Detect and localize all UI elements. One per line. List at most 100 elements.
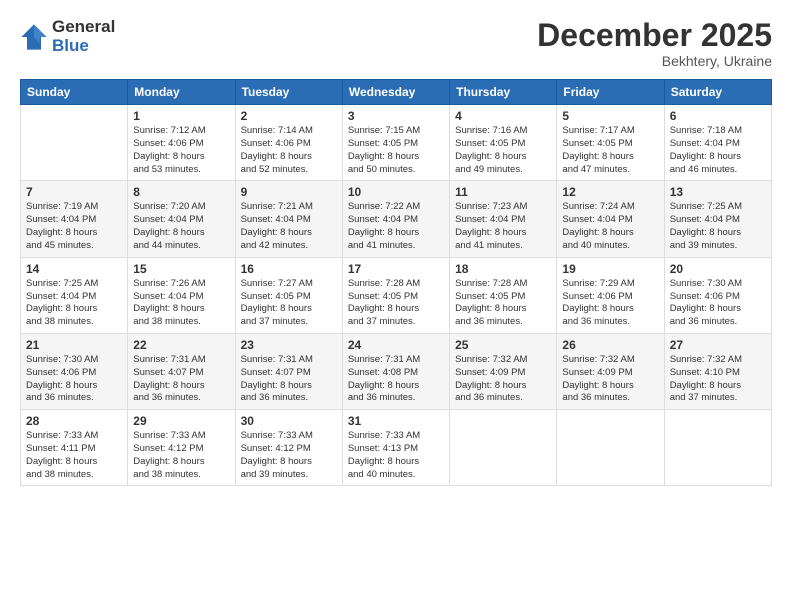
calendar-cell — [21, 105, 128, 181]
day-info: Sunrise: 7:33 AMSunset: 4:13 PMDaylight:… — [348, 430, 444, 481]
day-info: Sunrise: 7:25 AMSunset: 4:04 PMDaylight:… — [26, 278, 122, 329]
day-number: 22 — [133, 338, 229, 352]
col-sunday: Sunday — [21, 80, 128, 105]
day-number: 10 — [348, 185, 444, 199]
day-number: 6 — [670, 109, 766, 123]
day-number: 24 — [348, 338, 444, 352]
day-number: 20 — [670, 262, 766, 276]
day-number: 25 — [455, 338, 551, 352]
calendar-cell: 17Sunrise: 7:28 AMSunset: 4:05 PMDayligh… — [342, 257, 449, 333]
col-wednesday: Wednesday — [342, 80, 449, 105]
day-number: 31 — [348, 414, 444, 428]
day-info: Sunrise: 7:30 AMSunset: 4:06 PMDaylight:… — [670, 278, 766, 329]
day-number: 17 — [348, 262, 444, 276]
day-number: 28 — [26, 414, 122, 428]
calendar-cell: 1Sunrise: 7:12 AMSunset: 4:06 PMDaylight… — [128, 105, 235, 181]
day-info: Sunrise: 7:17 AMSunset: 4:05 PMDaylight:… — [562, 125, 658, 176]
logo-icon — [20, 23, 48, 51]
day-info: Sunrise: 7:26 AMSunset: 4:04 PMDaylight:… — [133, 278, 229, 329]
calendar-cell: 10Sunrise: 7:22 AMSunset: 4:04 PMDayligh… — [342, 181, 449, 257]
col-tuesday: Tuesday — [235, 80, 342, 105]
logo: General Blue — [20, 18, 115, 55]
day-info: Sunrise: 7:15 AMSunset: 4:05 PMDaylight:… — [348, 125, 444, 176]
day-number: 19 — [562, 262, 658, 276]
calendar-cell: 28 Sunrise: 7:33 AMSunset: 4:11 PMDayligh… — [21, 410, 128, 486]
day-number: 8 — [133, 185, 229, 199]
day-info: Sunrise: 7:23 AMSunset: 4:04 PMDaylight:… — [455, 201, 551, 252]
title-block: December 2025 Bekhtery, Ukraine — [537, 18, 772, 69]
day-info: Sunrise: 7:19 AMSunset: 4:04 PMDaylight:… — [26, 201, 122, 252]
logo-text: General Blue — [52, 18, 115, 55]
calendar-week-2: 7Sunrise: 7:19 AMSunset: 4:04 PMDaylight… — [21, 181, 772, 257]
day-info: Sunrise: 7:16 AMSunset: 4:05 PMDaylight:… — [455, 125, 551, 176]
page: General Blue December 2025 Bekhtery, Ukr… — [0, 0, 792, 612]
calendar-cell: 23Sunrise: 7:31 AMSunset: 4:07 PMDayligh… — [235, 333, 342, 409]
day-number: 13 — [670, 185, 766, 199]
day-number: 12 — [562, 185, 658, 199]
day-info: Sunrise: 7:33 AMSunset: 4:12 PMDaylight:… — [133, 430, 229, 481]
header-row: Sunday Monday Tuesday Wednesday Thursday… — [21, 80, 772, 105]
calendar-cell: 22 Sunrise: 7:31 AMSunset: 4:07 PMDayligh… — [128, 333, 235, 409]
calendar-cell: 3 Sunrise: 7:15 AMSunset: 4:05 PMDaylight… — [342, 105, 449, 181]
day-info: Sunrise: 7:32 AMSunset: 4:09 PMDaylight:… — [562, 354, 658, 405]
day-info: Sunrise: 7:31 AMSunset: 4:07 PMDaylight:… — [241, 354, 337, 405]
calendar-cell: 26 Sunrise: 7:32 AMSunset: 4:09 PMDayligh… — [557, 333, 664, 409]
day-info: Sunrise: 7:20 AMSunset: 4:04 PMDaylight:… — [133, 201, 229, 252]
calendar-cell: 12 Sunrise: 7:24 AMSunset: 4:04 PMDayligh… — [557, 181, 664, 257]
calendar-cell: 9Sunrise: 7:21 AMSunset: 4:04 PMDaylight… — [235, 181, 342, 257]
day-number: 18 — [455, 262, 551, 276]
calendar-cell: 30 Sunrise: 7:33 AMSunset: 4:12 PMDayligh… — [235, 410, 342, 486]
day-info: Sunrise: 7:32 AMSunset: 4:10 PMDaylight:… — [670, 354, 766, 405]
day-number: 29 — [133, 414, 229, 428]
calendar-cell: 16 Sunrise: 7:27 AMSunset: 4:05 PMDayligh… — [235, 257, 342, 333]
calendar-cell — [664, 410, 771, 486]
calendar-week-1: 1Sunrise: 7:12 AMSunset: 4:06 PMDaylight… — [21, 105, 772, 181]
day-info: Sunrise: 7:24 AMSunset: 4:04 PMDaylight:… — [562, 201, 658, 252]
calendar-cell: 31 Sunrise: 7:33 AMSunset: 4:13 PMDayligh… — [342, 410, 449, 486]
calendar-body: 1Sunrise: 7:12 AMSunset: 4:06 PMDaylight… — [21, 105, 772, 486]
day-info: Sunrise: 7:14 AMSunset: 4:06 PMDaylight:… — [241, 125, 337, 176]
calendar-cell: 20 Sunrise: 7:30 AMSunset: 4:06 PMDayligh… — [664, 257, 771, 333]
day-info: Sunrise: 7:31 AMSunset: 4:08 PMDaylight:… — [348, 354, 444, 405]
month-title: December 2025 — [537, 18, 772, 53]
calendar-cell: 24 Sunrise: 7:31 AMSunset: 4:08 PMDayligh… — [342, 333, 449, 409]
calendar-cell: 29 Sunrise: 7:33 AMSunset: 4:12 PMDayligh… — [128, 410, 235, 486]
day-number: 21 — [26, 338, 122, 352]
day-info: Sunrise: 7:31 AMSunset: 4:07 PMDaylight:… — [133, 354, 229, 405]
calendar-cell: 27 Sunrise: 7:32 AMSunset: 4:10 PMDayligh… — [664, 333, 771, 409]
calendar-cell: 25Sunrise: 7:32 AMSunset: 4:09 PMDayligh… — [450, 333, 557, 409]
day-number: 11 — [455, 185, 551, 199]
calendar-week-3: 14 Sunrise: 7:25 AMSunset: 4:04 PMDayligh… — [21, 257, 772, 333]
day-info: Sunrise: 7:33 AMSunset: 4:12 PMDaylight:… — [241, 430, 337, 481]
day-info: Sunrise: 7:27 AMSunset: 4:05 PMDaylight:… — [241, 278, 337, 329]
day-info: Sunrise: 7:21 AMSunset: 4:04 PMDaylight:… — [241, 201, 337, 252]
location: Bekhtery, Ukraine — [537, 53, 772, 69]
day-info: Sunrise: 7:30 AMSunset: 4:06 PMDaylight:… — [26, 354, 122, 405]
calendar-cell: 21 Sunrise: 7:30 AMSunset: 4:06 PMDayligh… — [21, 333, 128, 409]
day-number: 30 — [241, 414, 337, 428]
day-number: 26 — [562, 338, 658, 352]
day-number: 2 — [241, 109, 337, 123]
calendar-cell: 6Sunrise: 7:18 AMSunset: 4:04 PMDaylight… — [664, 105, 771, 181]
calendar-cell — [450, 410, 557, 486]
day-number: 1 — [133, 109, 229, 123]
calendar-header: Sunday Monday Tuesday Wednesday Thursday… — [21, 80, 772, 105]
calendar-cell: 7Sunrise: 7:19 AMSunset: 4:04 PMDaylight… — [21, 181, 128, 257]
day-number: 16 — [241, 262, 337, 276]
day-info: Sunrise: 7:33 AMSunset: 4:11 PMDaylight:… — [26, 430, 122, 481]
day-number: 3 — [348, 109, 444, 123]
calendar-cell: 5 Sunrise: 7:17 AMSunset: 4:05 PMDaylight… — [557, 105, 664, 181]
calendar-table: Sunday Monday Tuesday Wednesday Thursday… — [20, 79, 772, 486]
day-number: 4 — [455, 109, 551, 123]
calendar-cell: 15Sunrise: 7:26 AMSunset: 4:04 PMDayligh… — [128, 257, 235, 333]
calendar-cell — [557, 410, 664, 486]
col-saturday: Saturday — [664, 80, 771, 105]
day-number: 5 — [562, 109, 658, 123]
day-info: Sunrise: 7:29 AMSunset: 4:06 PMDaylight:… — [562, 278, 658, 329]
calendar-cell: 11 Sunrise: 7:23 AMSunset: 4:04 PMDayligh… — [450, 181, 557, 257]
calendar-cell: 8 Sunrise: 7:20 AMSunset: 4:04 PMDaylight… — [128, 181, 235, 257]
day-number: 14 — [26, 262, 122, 276]
calendar-week-5: 28 Sunrise: 7:33 AMSunset: 4:11 PMDayligh… — [21, 410, 772, 486]
calendar-cell: 4 Sunrise: 7:16 AMSunset: 4:05 PMDaylight… — [450, 105, 557, 181]
day-number: 27 — [670, 338, 766, 352]
